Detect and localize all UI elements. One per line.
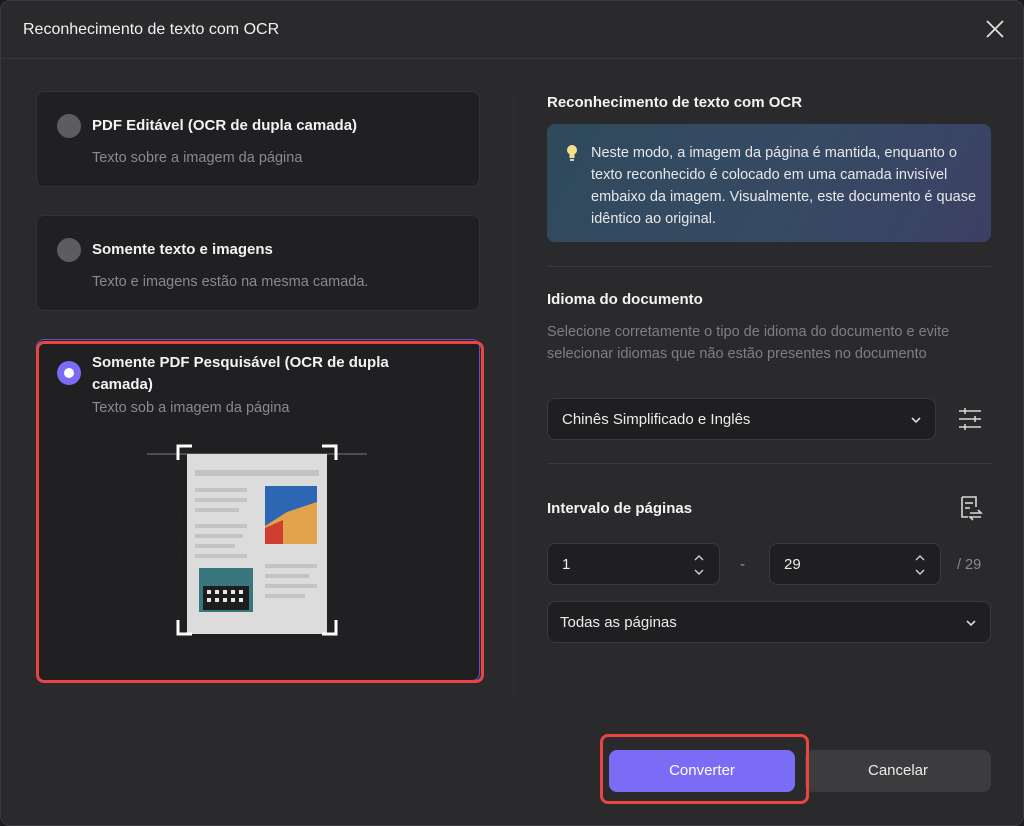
lightbulb-icon [567,145,577,161]
option-title: PDF Editável (OCR de dupla camada) [92,117,358,134]
option-description: Texto sobre a imagem da página [92,150,303,166]
convert-button[interactable]: Converter [609,750,795,792]
page-to-input[interactable]: 29 [769,543,941,585]
close-icon[interactable] [983,17,1007,41]
language-hint: Selecione corretamente o tipo de idioma … [547,324,950,362]
page-total: / 29 [957,557,982,573]
page-to-value: 29 [784,556,801,573]
page-range-heading: Intervalo de páginas [547,500,693,517]
radio-text-and-images[interactable] [57,238,81,262]
title-bar: Reconhecimento de texto com OCR [1,1,1023,59]
mode-info-text: Neste modo, a imagem da página é mantida… [591,145,977,227]
option-text-and-images[interactable]: Somente texto e imagens Texto e imagens … [36,215,480,311]
stepper-arrows-icon[interactable] [914,551,926,579]
option-description: Texto e imagens estão na mesma camada. [92,274,369,290]
page-from-input[interactable]: 1 [547,543,720,585]
chevron-down-icon [966,620,976,627]
language-heading: Idioma do documento [547,291,703,308]
option-searchable-pdf[interactable]: Somente PDF Pesquisável (OCR de dupla ca… [36,339,480,681]
vertical-divider [513,93,514,698]
mode-heading: Reconhecimento de texto com OCR [547,94,803,111]
option-editable-pdf[interactable]: PDF Editável (OCR de dupla camada) Texto… [36,91,480,187]
chevron-down-icon [911,417,921,424]
range-dash: - [740,556,745,573]
page-range-value: Todas as páginas [560,614,677,631]
language-select[interactable]: Chinês Simplificado e Inglês [547,398,936,440]
cancel-button[interactable]: Cancelar [805,750,991,792]
stepper-arrows-icon[interactable] [693,551,705,579]
page-range-select[interactable]: Todas as páginas [547,601,991,643]
divider [547,463,991,464]
language-value: Chinês Simplificado e Inglês [562,411,751,428]
option-title: Somente texto e imagens [92,241,273,258]
page-swap-icon[interactable] [956,494,984,522]
divider [547,266,991,267]
dialog-title: Reconhecimento de texto com OCR [23,21,280,38]
ocr-dialog: Reconhecimento de texto com OCR PDF Edit… [0,0,1024,826]
scanned-document-illustration [137,436,377,646]
page-from-value: 1 [562,556,571,573]
radio-editable-pdf[interactable] [57,114,81,138]
radio-searchable-pdf[interactable] [57,361,81,385]
mode-info-box: Neste modo, a imagem da página é mantida… [547,124,991,242]
option-description: Texto sob a imagem da página [92,400,290,416]
language-settings-icon[interactable] [957,406,983,432]
option-title: Somente PDF Pesquisável (OCR de dupla ca… [92,354,389,393]
